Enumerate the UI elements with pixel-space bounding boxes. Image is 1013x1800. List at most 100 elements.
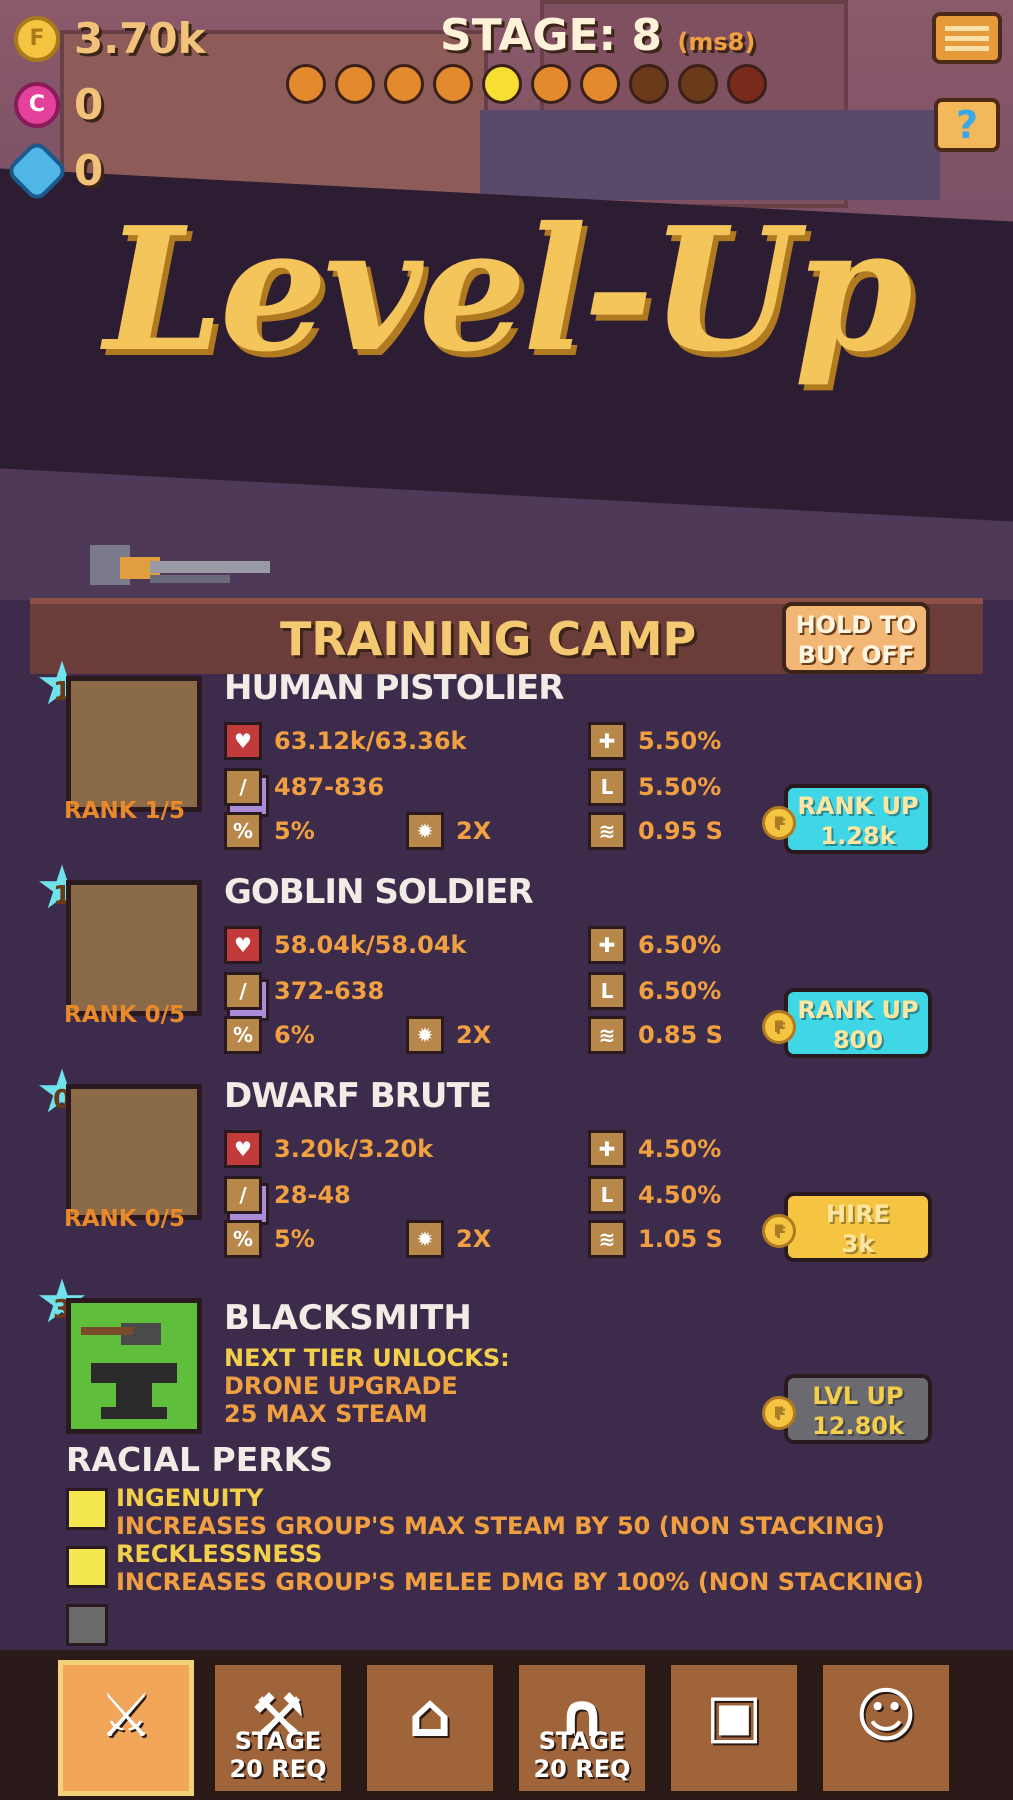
damage-value: 372-638 bbox=[274, 977, 385, 1005]
pink-gem-amount: 0 bbox=[74, 80, 104, 129]
lvl-up-button[interactable]: F LVL UP 12.80k bbox=[762, 1374, 932, 1444]
hero-portrait-icon: ☺ bbox=[854, 1681, 918, 1751]
burst-icon: ✹ bbox=[406, 812, 444, 850]
gold-counter: F 3.70k bbox=[14, 14, 206, 63]
damage-value: 28-48 bbox=[274, 1181, 351, 1209]
stage-indicator: STAGE: 8 (ms8) bbox=[440, 10, 755, 61]
stage-dot bbox=[286, 64, 326, 104]
unit-row: ★ 1 RANK 0/5 GOBLIN SOLDIER ♥ 58.04k/58.0… bbox=[0, 858, 1013, 1072]
unit-name: HUMAN PISTOLIER bbox=[224, 668, 564, 708]
pink-gem-counter: C 0 bbox=[14, 80, 103, 129]
tab-label: STAGE 20 REQ bbox=[533, 1727, 631, 1783]
stage-sub: (ms8) bbox=[677, 28, 756, 56]
nav-tab[interactable]: ⌂ bbox=[362, 1660, 498, 1796]
stage-dot bbox=[384, 64, 424, 104]
unit-action-button[interactable]: F RANK UP 800 bbox=[762, 988, 932, 1058]
hp-value: 58.04k/58.04k bbox=[274, 931, 467, 959]
crit-mult-value: 2X bbox=[456, 817, 492, 845]
boot-icon: L bbox=[588, 972, 626, 1010]
crit-mult-stat: ✹ 2X bbox=[406, 812, 491, 850]
dodge-value: 4.50% bbox=[638, 1181, 722, 1209]
anvil-icon bbox=[81, 1323, 177, 1419]
shield-icon: ✚ bbox=[588, 1130, 626, 1168]
training-camp-title: TRAINING CAMP bbox=[280, 612, 697, 666]
dodge-value: 5.50% bbox=[638, 773, 722, 801]
hp-stat: ♥ 63.12k/63.36k bbox=[224, 722, 467, 760]
hp-stat: ♥ 3.20k/3.20k bbox=[224, 1130, 433, 1168]
unit-name: DWARF BRUTE bbox=[224, 1076, 492, 1116]
treasure-chest-icon: ▣ bbox=[705, 1681, 763, 1751]
unlock-item: DRONE UPGRADE bbox=[224, 1372, 458, 1400]
crit-mult-value: 2X bbox=[456, 1021, 492, 1049]
menu-button[interactable] bbox=[932, 12, 1002, 64]
nav-tab[interactable]: ⚒ STAGE 20 REQ bbox=[210, 1660, 346, 1796]
hp-value: 63.12k/63.36k bbox=[274, 727, 467, 755]
sword-icon: / bbox=[224, 972, 262, 1010]
stage-dot bbox=[678, 64, 718, 104]
stage-dot bbox=[629, 64, 669, 104]
heart-icon: ♥ bbox=[224, 722, 262, 760]
unit-action-button[interactable]: F RANK UP 1.28k bbox=[762, 784, 932, 854]
crit-value: 5% bbox=[274, 817, 315, 845]
drone-gun-icon bbox=[90, 545, 270, 585]
unit-action-button[interactable]: F HIRE 3k bbox=[762, 1192, 932, 1262]
perk-name: RECKLESSNESS bbox=[116, 1540, 323, 1568]
hp-stat: ♥ 58.04k/58.04k bbox=[224, 926, 467, 964]
stage-dot bbox=[580, 64, 620, 104]
dodge-stat: L 6.50% bbox=[588, 972, 721, 1010]
burst-icon: ✹ bbox=[406, 1220, 444, 1258]
dodge-stat: L 5.50% bbox=[588, 768, 721, 806]
heart-icon: ♥ bbox=[224, 926, 262, 964]
stage-dot bbox=[335, 64, 375, 104]
crit-chance-stat: % 6% bbox=[224, 1016, 315, 1054]
armor-stat: ✚ 5.50% bbox=[588, 722, 721, 760]
nav-tab[interactable]: ☺ bbox=[818, 1660, 954, 1796]
gold-amount: 3.70k bbox=[74, 14, 206, 63]
coin-icon: F bbox=[762, 1396, 796, 1430]
unit-name: GOBLIN SOLDIER bbox=[224, 872, 534, 912]
house-icon: ⌂ bbox=[408, 1681, 452, 1751]
nav-tab[interactable]: ∩ STAGE 20 REQ bbox=[514, 1660, 650, 1796]
speed-value: 0.85 S bbox=[638, 1021, 723, 1049]
racial-perks-title: RACIAL PERKS bbox=[66, 1440, 333, 1479]
armor-stat: ✚ 4.50% bbox=[588, 1130, 721, 1168]
blacksmith-name: BLACKSMITH bbox=[224, 1298, 472, 1338]
action-cost: 3k bbox=[841, 1230, 875, 1258]
action-label: HIRE bbox=[826, 1200, 890, 1228]
help-button[interactable]: ? bbox=[934, 98, 1000, 152]
armor-stat: ✚ 6.50% bbox=[588, 926, 721, 964]
shield-icon: ✚ bbox=[588, 926, 626, 964]
damage-stat: / 28-48 bbox=[224, 1176, 351, 1214]
unit-portrait[interactable] bbox=[66, 1084, 269, 1225]
blue-gem-icon bbox=[4, 137, 70, 204]
crit-mult-stat: ✹ 2X bbox=[406, 1016, 491, 1054]
crit-chance-stat: % 5% bbox=[224, 1220, 315, 1258]
armor-value: 4.50% bbox=[638, 1135, 722, 1163]
coin-icon: F bbox=[762, 1214, 796, 1248]
lvl-up-label: LVL UP bbox=[812, 1382, 904, 1410]
stage-dot bbox=[727, 64, 767, 104]
damage-value: 487-836 bbox=[274, 773, 385, 801]
sword-icon: / bbox=[224, 768, 262, 806]
nav-tab[interactable]: ⚔ bbox=[58, 1660, 194, 1796]
swing-icon: ≋ bbox=[588, 812, 626, 850]
nav-tab[interactable]: ▣ bbox=[666, 1660, 802, 1796]
unlock-item: 25 MAX STEAM bbox=[224, 1400, 428, 1428]
shield-icon: ✚ bbox=[588, 722, 626, 760]
hold-to-buy-off-button[interactable]: HOLD TO BUY OFF bbox=[782, 602, 930, 674]
swing-icon: ≋ bbox=[588, 1220, 626, 1258]
action-label: RANK UP bbox=[797, 792, 919, 820]
speed-value: 1.05 S bbox=[638, 1225, 723, 1253]
blacksmith-portrait bbox=[66, 1298, 202, 1434]
action-cost: 800 bbox=[832, 1026, 884, 1054]
coin-icon: F bbox=[762, 1010, 796, 1044]
unit-portrait[interactable] bbox=[66, 676, 269, 817]
berserk-icon bbox=[66, 1546, 108, 1588]
unit-portrait[interactable] bbox=[66, 880, 269, 1021]
sword-hand-icon: ⚔ bbox=[99, 1681, 153, 1751]
next-tier-label: NEXT TIER UNLOCKS: bbox=[224, 1344, 510, 1372]
roof bbox=[480, 110, 940, 200]
coin-icon: F bbox=[762, 806, 796, 840]
hp-value: 3.20k/3.20k bbox=[274, 1135, 434, 1163]
heart-icon: ♥ bbox=[224, 1130, 262, 1168]
